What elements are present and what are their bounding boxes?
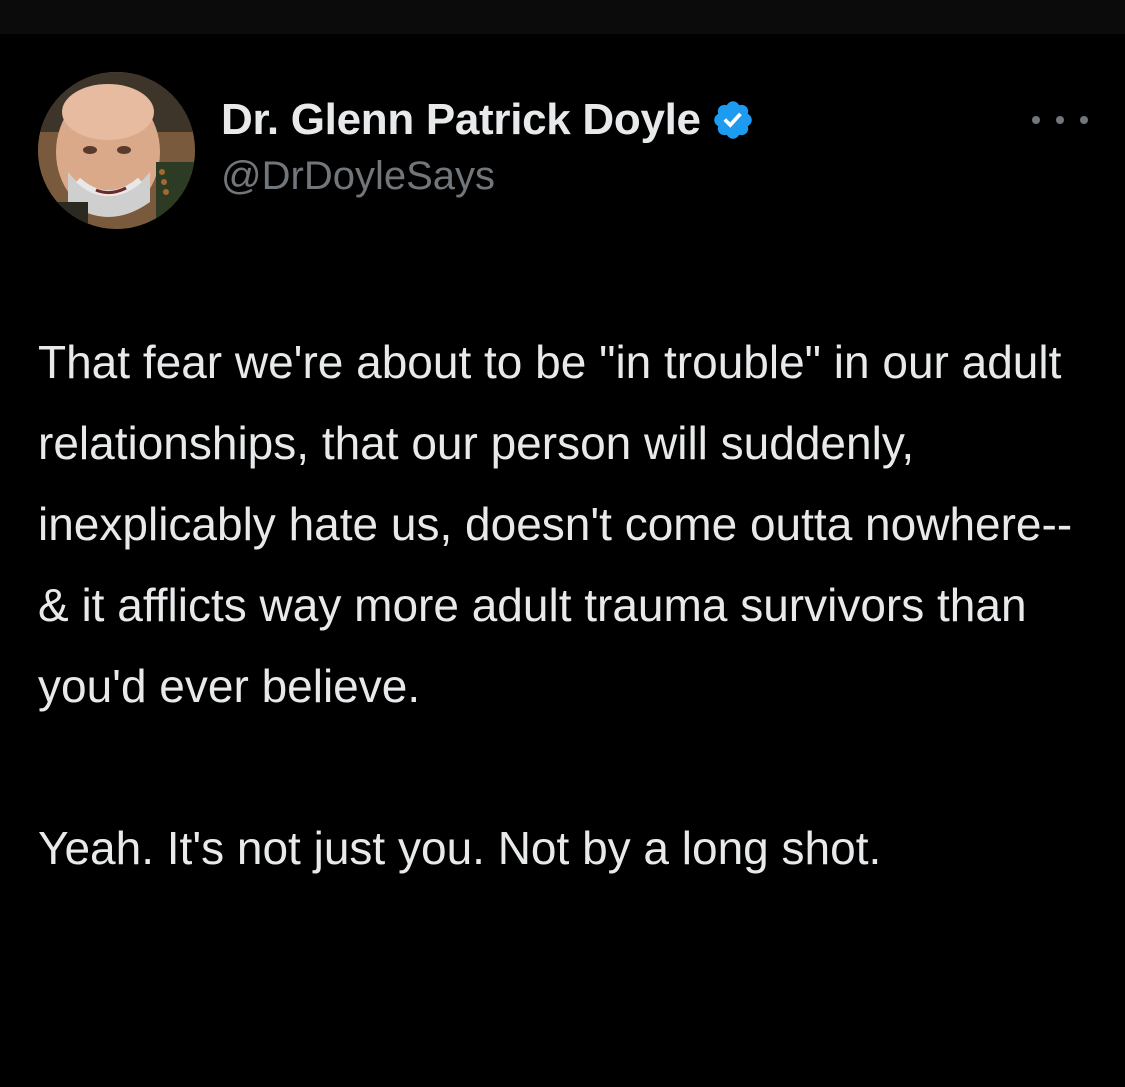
verified-badge-icon[interactable] xyxy=(711,98,755,142)
avatar-photo-icon xyxy=(38,72,195,229)
dot-icon xyxy=(1056,116,1064,124)
dot-icon xyxy=(1032,116,1040,124)
more-horizontal-icon[interactable] xyxy=(1032,110,1088,130)
avatar[interactable] xyxy=(38,72,195,229)
display-name-row: Dr. Glenn Patrick Doyle xyxy=(221,92,755,148)
tweet-paragraph: That fear we're about to be "in trouble"… xyxy=(38,336,1073,712)
tweet-text: That fear we're about to be "in trouble"… xyxy=(38,322,1098,889)
dot-icon xyxy=(1080,116,1088,124)
author-handle[interactable]: @DrDoyleSays xyxy=(221,154,755,199)
status-strip xyxy=(0,0,1125,34)
tweet-header: Dr. Glenn Patrick Doyle @DrDoyleSays xyxy=(38,72,1088,232)
display-name[interactable]: Dr. Glenn Patrick Doyle xyxy=(221,95,701,145)
tweet-paragraph: Yeah. It's not just you. Not by a long s… xyxy=(38,822,882,874)
author-names: Dr. Glenn Patrick Doyle @DrDoyleSays xyxy=(221,92,755,199)
